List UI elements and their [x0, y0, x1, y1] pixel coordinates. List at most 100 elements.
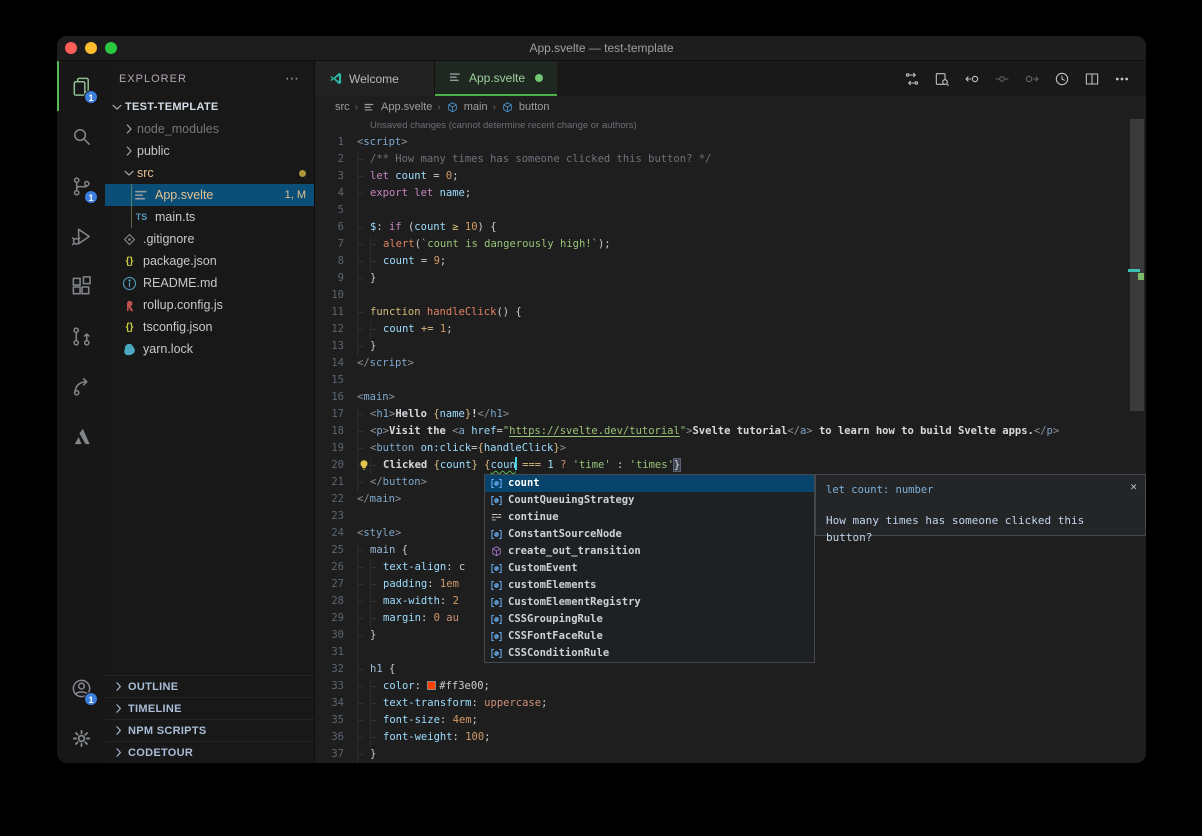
json-icon: {} — [121, 319, 138, 336]
suggest-item-ConstantSourceNode[interactable]: ConstantSourceNode — [485, 526, 814, 543]
current-change-icon[interactable] — [994, 71, 1010, 87]
activity-item-accounts[interactable]: 1 — [57, 663, 105, 713]
breadcrumb-item-App-svelte[interactable]: App.svelte — [381, 101, 432, 113]
activity-item-run-debug[interactable] — [57, 211, 105, 261]
code-token: https://svelte.dev/tutorial — [509, 425, 680, 437]
tree-item-node-modules[interactable]: node_modules — [105, 118, 314, 140]
breadcrumb-item-main[interactable]: main — [464, 101, 488, 113]
code-token: main — [363, 391, 388, 403]
code-token: padding — [383, 578, 427, 590]
activity-item-search[interactable] — [57, 111, 105, 161]
more-actions-icon[interactable] — [1114, 71, 1130, 87]
suggest-item-CustomElementRegistry[interactable]: CustomElementRegistry — [485, 594, 814, 611]
indent-guide: → — [370, 611, 383, 628]
activity-item-azure[interactable] — [57, 411, 105, 461]
close-icon[interactable]: ✕ — [1130, 478, 1137, 495]
activity-item-extensions[interactable] — [57, 261, 105, 311]
minimize-window-button[interactable] — [85, 42, 97, 54]
indent-guide: → — [357, 577, 370, 594]
open-preview-icon[interactable] — [934, 71, 950, 87]
suggest-item-CountQueuingStrategy[interactable]: CountQueuingStrategy — [485, 492, 814, 509]
code-token: 'time' — [573, 459, 611, 471]
section-codetour[interactable]: CODETOUR — [105, 741, 314, 763]
code-token: } — [674, 459, 680, 471]
suggest-item-customElements[interactable]: customElements — [485, 577, 814, 594]
activity-item-github-pull-requests[interactable] — [57, 311, 105, 361]
tree-item-rollup.config.js[interactable]: rollup.config.js — [105, 294, 314, 316]
code-token: handleClick — [427, 306, 497, 318]
suggest-item-CSSConditionRule[interactable]: CSSConditionRule — [485, 645, 814, 662]
suggest-item-CustomEvent[interactable]: CustomEvent — [485, 560, 814, 577]
tree-item-public[interactable]: public — [105, 140, 314, 162]
code-token: #ff3e00; — [439, 680, 490, 692]
scrollbar-thumb[interactable] — [1130, 119, 1144, 411]
tree-item-yarn.lock[interactable]: yarn.lock — [105, 338, 314, 360]
close-window-button[interactable] — [65, 42, 77, 54]
tree-item-package.json[interactable]: {}package.json — [105, 250, 314, 272]
code-token: h1 — [370, 663, 383, 675]
indent-guide: → — [357, 730, 370, 747]
indent-guide: → — [357, 747, 370, 763]
code-token: max-width — [383, 595, 440, 607]
tree-item-src[interactable]: src — [105, 162, 314, 184]
breadcrumb-item-src[interactable]: src — [335, 101, 350, 113]
code-token: script — [363, 136, 401, 148]
next-change-icon[interactable] — [1024, 71, 1040, 87]
suggest-item-continue[interactable]: continue — [485, 509, 814, 526]
codelens-annotation: Unsaved changes (cannot determine recent… — [315, 118, 1146, 134]
sidebar-more-actions-icon[interactable]: ⋯ — [285, 70, 300, 87]
open-changes-icon[interactable] — [904, 71, 920, 87]
breadcrumb-item-button[interactable]: button — [519, 101, 550, 113]
code-token: ); — [598, 238, 611, 250]
indent-guide: → — [357, 237, 370, 254]
tree-item-label: src — [137, 166, 154, 180]
code-token: 100 — [465, 731, 484, 743]
code-token: 'times' — [630, 459, 674, 471]
tree-item-App.svelte[interactable]: App.svelte1, M — [105, 184, 314, 206]
tree-item-TEST-TEMPLATE[interactable]: TEST-TEMPLATE — [105, 96, 314, 118]
indent-guide: → — [357, 560, 370, 577]
code-token: uppercase — [484, 697, 541, 709]
indent-guide: → — [357, 611, 370, 628]
previous-change-icon[interactable] — [964, 71, 980, 87]
code-token: ; — [484, 731, 490, 743]
suggest-item-count[interactable]: count — [485, 475, 814, 492]
indent-guide: → — [357, 713, 370, 730]
variable-icon — [490, 477, 503, 490]
split-editor-icon[interactable] — [1084, 71, 1100, 87]
activity-item-source-control[interactable]: 1 — [57, 161, 105, 211]
section-outline[interactable]: OUTLINE — [105, 675, 314, 697]
activity-item-settings[interactable] — [57, 713, 105, 763]
activity-item-live-share[interactable] — [57, 361, 105, 411]
suggest-item-create_out_transition[interactable]: create_out_transition — [485, 543, 814, 560]
code-token: Svelte tutorial — [692, 425, 787, 437]
line-number: 2 — [315, 151, 357, 168]
lightbulb-icon[interactable] — [357, 458, 371, 473]
section-npm-scripts[interactable]: NPM SCRIPTS — [105, 719, 314, 741]
tree-item-main.ts[interactable]: TSmain.ts — [105, 206, 314, 228]
code-token: </ — [787, 425, 800, 437]
code-line-37: 37→} — [315, 746, 1146, 763]
suggest-item-CSSGroupingRule[interactable]: CSSGroupingRule — [485, 611, 814, 628]
activity-item-explorer[interactable]: 1 — [57, 61, 105, 111]
tree-item-tsconfig.json[interactable]: {}tsconfig.json — [105, 316, 314, 338]
indent-guide: → — [357, 220, 370, 237]
tree-item-README.md[interactable]: README.md — [105, 272, 314, 294]
tree-item-label: README.md — [143, 276, 217, 290]
tree-item-label: package.json — [143, 254, 217, 268]
timeline-icon[interactable] — [1054, 71, 1070, 87]
suggest-item-CSSFontFaceRule[interactable]: CSSFontFaceRule — [485, 628, 814, 645]
tab-welcome[interactable]: Welcome — [315, 61, 435, 96]
tree-item-.gitignore[interactable]: .gitignore — [105, 228, 314, 250]
code-token: : — [376, 221, 389, 233]
code-token: } — [370, 272, 376, 284]
section-timeline[interactable]: TIMELINE — [105, 697, 314, 719]
indent-guide: → — [357, 628, 370, 645]
code-editor[interactable]: Unsaved changes (cannot determine recent… — [315, 118, 1146, 763]
tree-item-label: yarn.lock — [143, 342, 193, 356]
code-token: Visit the — [389, 425, 452, 437]
code-token: ; — [465, 187, 471, 199]
zoom-window-button[interactable] — [105, 42, 117, 54]
tab-app-svelte[interactable]: App.svelte — [435, 61, 557, 96]
modified-dot — [299, 170, 306, 177]
